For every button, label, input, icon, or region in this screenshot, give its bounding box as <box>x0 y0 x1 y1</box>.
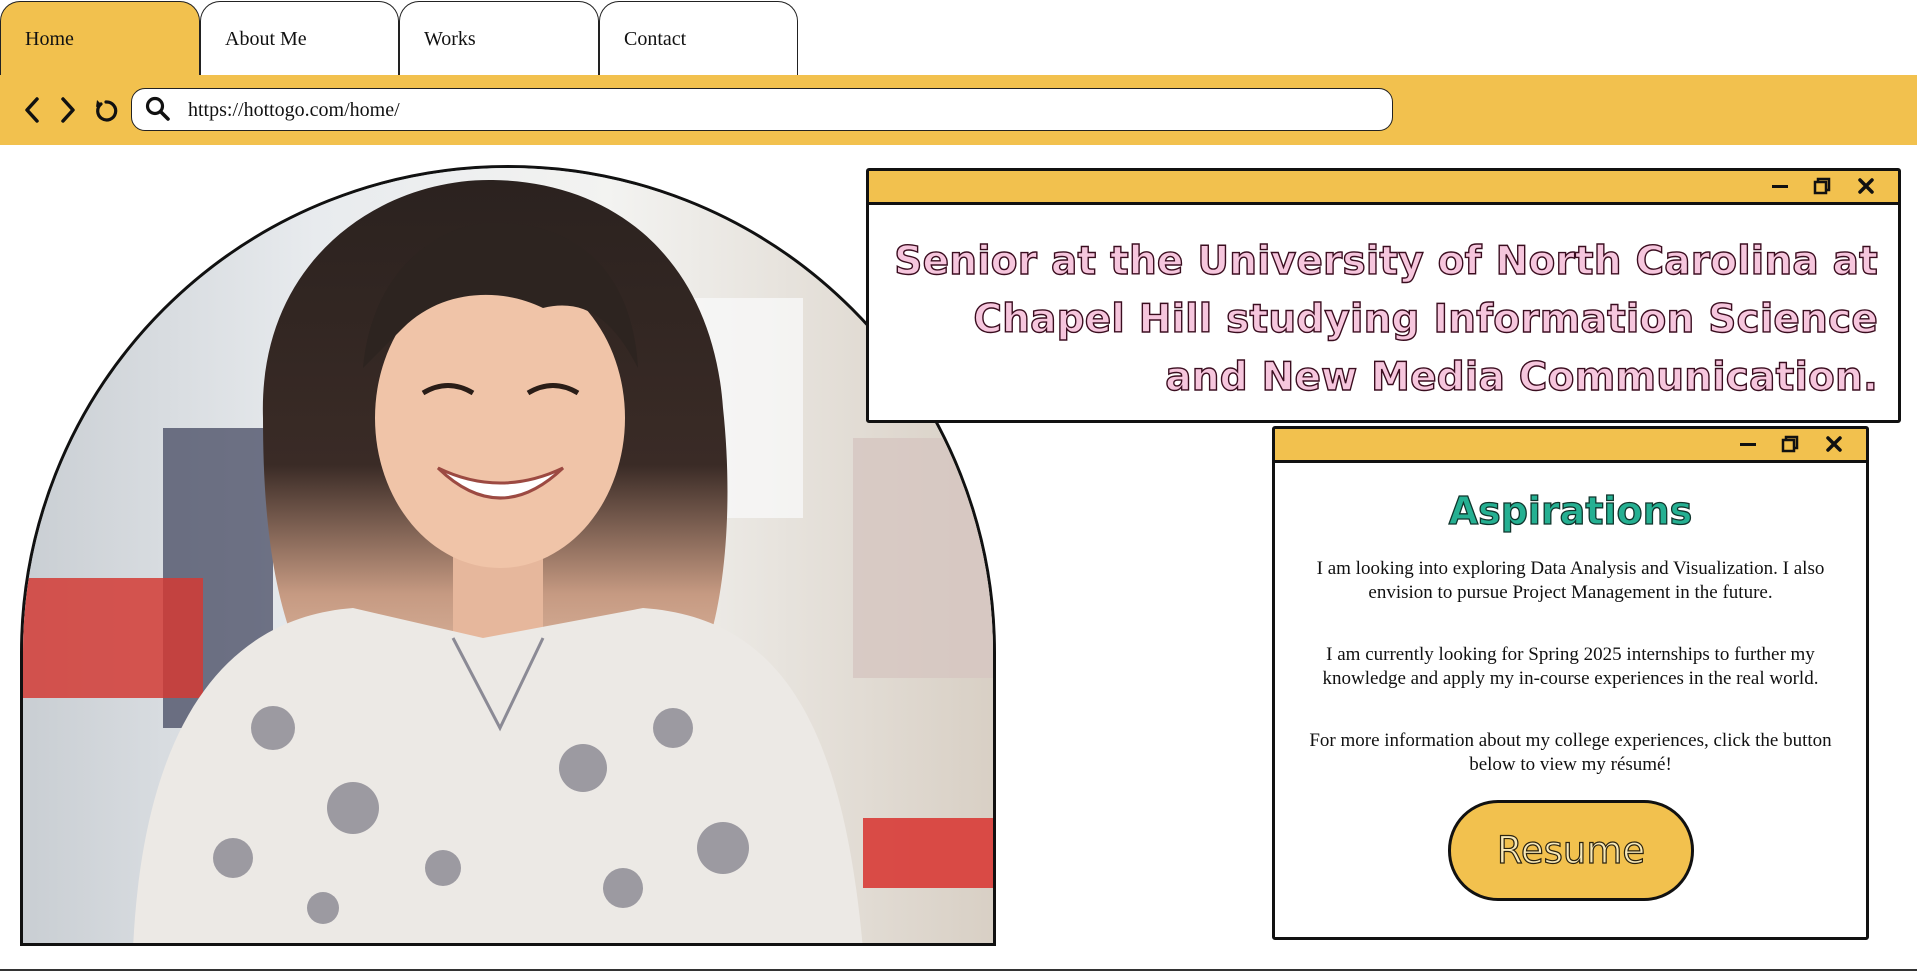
tab-label: Contact <box>624 28 687 50</box>
chevron-right-icon <box>61 97 75 123</box>
close-button[interactable] <box>1822 433 1846 455</box>
window-titlebar <box>1275 429 1866 463</box>
tab-works[interactable]: Works <box>399 1 599 75</box>
url-input[interactable] <box>186 96 1380 125</box>
minimize-icon <box>1772 185 1788 188</box>
minimize-icon <box>1740 443 1756 446</box>
headline-text: Senior at the University of North Caroli… <box>894 238 1879 400</box>
close-button[interactable] <box>1854 175 1878 197</box>
tab-about-me[interactable]: About Me <box>200 1 399 75</box>
address-toolbar <box>0 75 1917 145</box>
tab-label: Works <box>424 28 476 50</box>
restore-icon <box>1813 177 1831 195</box>
restore-icon <box>1781 435 1799 453</box>
close-icon <box>1826 436 1842 452</box>
restore-button[interactable] <box>1810 175 1834 197</box>
minimize-button[interactable] <box>1768 175 1792 197</box>
resume-button[interactable]: Resume <box>1448 800 1694 901</box>
tab-contact[interactable]: Contact <box>599 1 798 75</box>
aspirations-paragraph: For more information about my college ex… <box>1309 730 1832 775</box>
tab-bar: Home About Me Works Contact <box>0 0 1917 75</box>
tab-home[interactable]: Home <box>0 1 200 75</box>
restore-button[interactable] <box>1778 433 1802 455</box>
aspirations-window: Aspirations I am looking into exploring … <box>1272 426 1869 940</box>
search-icon <box>145 96 170 121</box>
portrait-image <box>23 168 993 943</box>
reload-button[interactable] <box>91 93 121 127</box>
window-titlebar <box>869 171 1898 205</box>
aspirations-title: Aspirations <box>1448 488 1693 533</box>
url-bar <box>131 88 1393 131</box>
close-icon <box>1858 178 1874 194</box>
aspirations-paragraph: I am currently looking for Spring 2025 i… <box>1322 644 1819 689</box>
chevron-left-icon <box>25 97 39 123</box>
portrait-photo <box>20 165 996 946</box>
aspirations-paragraph: I am looking into exploring Data Analysi… <box>1316 558 1825 603</box>
forward-button[interactable] <box>53 93 83 127</box>
tab-label: Home <box>25 28 74 50</box>
tab-label: About Me <box>225 28 307 50</box>
back-button[interactable] <box>17 93 47 127</box>
reload-icon <box>96 100 118 122</box>
minimize-button[interactable] <box>1736 433 1760 455</box>
headline-window: Senior at the University of North Caroli… <box>866 168 1901 423</box>
